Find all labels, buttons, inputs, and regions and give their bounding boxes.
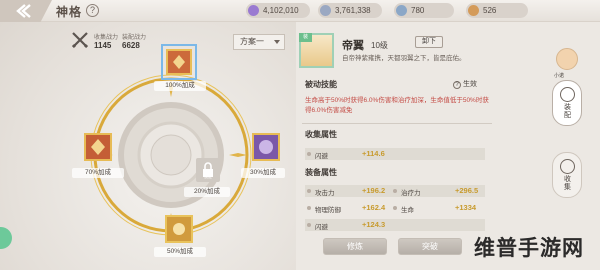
scheme-dropdown[interactable]: 方案一	[233, 34, 285, 50]
sun-icon	[560, 159, 575, 174]
slot-left[interactable]	[80, 129, 116, 165]
watermark: 维普手游网	[474, 236, 584, 260]
passive-skill-text: 生命高于50%时获得6.0%伤害和治疗加深，生命值低于50%时获得6.0%伤害减…	[305, 97, 489, 114]
slot-center-label: 20%加成	[184, 187, 230, 197]
god-slots-panel: 收集战力 1145 装配战力 6628 方案一 100%加成 70%加成 30%…	[0, 22, 296, 270]
resource-purple-gem[interactable]: 4,102,010	[246, 3, 310, 18]
slot-top-label: 100%加成	[154, 81, 206, 91]
page-title: 神格	[56, 5, 83, 19]
silver-coin-icon	[320, 5, 331, 16]
hero-name: 帝翼	[342, 40, 364, 52]
collect-attr-title: 收集属性	[305, 130, 337, 139]
slot-bottom-label: 50%加成	[154, 247, 206, 257]
bullet-icon	[307, 223, 311, 227]
equip-attr-row	[305, 219, 485, 231]
tab-collect[interactable]: 收集	[552, 152, 582, 198]
cluster-icon	[560, 87, 575, 102]
slot-center[interactable]: 锁定	[196, 158, 220, 182]
equipped-badge: 装	[299, 33, 312, 42]
collect-attr-row	[305, 148, 485, 160]
passive-skill-title: 被动技能	[305, 80, 337, 89]
god-emblem-icon	[166, 49, 192, 75]
divider	[302, 123, 492, 124]
gold-bag-icon	[468, 5, 479, 16]
equip-power: 装配战力 6628	[122, 35, 147, 50]
effect-status[interactable]: ? 生效	[453, 79, 477, 89]
top-bar: 神格 ? 4,102,010 3,761,338 780 526	[0, 0, 600, 22]
resource-silver-coin[interactable]: 3,761,338	[318, 3, 382, 18]
bullet-icon	[307, 152, 311, 156]
hero-description: 自帝神紫雍携，天都羽翼之下，皆是庇佑。	[342, 55, 466, 62]
slot-right-label: 30%加成	[241, 168, 285, 178]
resource-gold-bag[interactable]: 526	[466, 3, 528, 18]
shield-token-icon	[396, 5, 407, 16]
equip-attr-title: 装备属性	[305, 168, 337, 177]
hero-level: 10级	[371, 41, 388, 50]
help-icon[interactable]: ?	[86, 4, 99, 17]
slot-top[interactable]	[161, 44, 197, 80]
train-button[interactable]: 修炼	[323, 238, 387, 255]
crossed-swords-icon	[71, 32, 89, 49]
tab-assemble[interactable]: 装配	[552, 80, 582, 126]
slot-right[interactable]	[248, 129, 284, 165]
bullet-icon	[393, 189, 397, 193]
bullet-icon	[307, 189, 311, 193]
resource-shield-token[interactable]: 780	[394, 3, 454, 18]
slot-left-label: 70%加成	[72, 168, 124, 178]
god-emblem-icon	[252, 133, 280, 161]
back-arrow-icon	[16, 4, 31, 18]
bullet-icon	[307, 206, 311, 210]
bullet-icon	[393, 206, 397, 210]
god-emblem-icon	[84, 133, 112, 161]
unequip-button[interactable]: 卸下	[415, 36, 443, 48]
slot-bottom[interactable]	[162, 212, 196, 246]
chevron-down-icon	[274, 40, 280, 44]
help-icon: ?	[453, 81, 461, 89]
god-emblem-icon	[165, 215, 193, 243]
purple-gem-icon	[248, 5, 259, 16]
breakthrough-button[interactable]: 突破	[398, 238, 462, 255]
collect-power: 收集战力 1145	[94, 35, 119, 50]
back-button[interactable]	[0, 0, 52, 22]
avatar[interactable]	[556, 48, 578, 70]
